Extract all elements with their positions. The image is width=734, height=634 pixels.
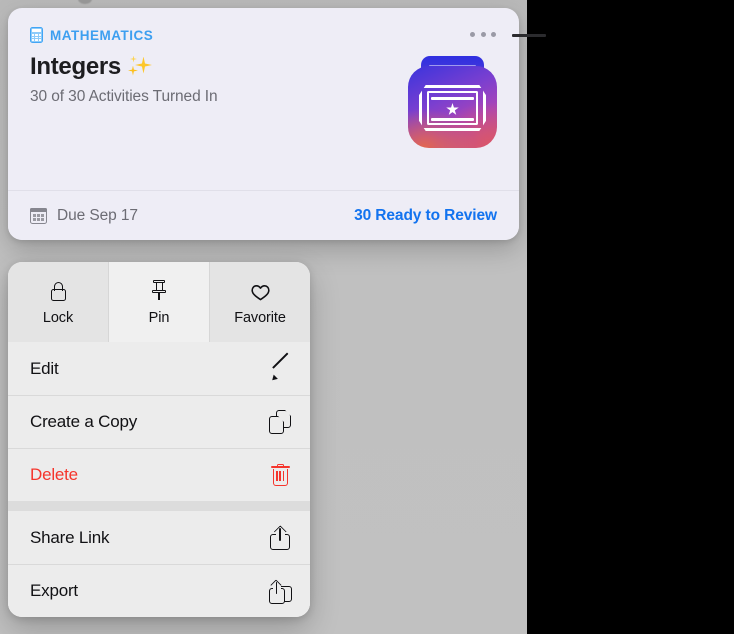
sparkles-emoji <box>127 54 154 81</box>
calendar-icon <box>30 207 47 224</box>
context-menu-segmented-actions: Lock Pin Favorite <box>8 262 310 342</box>
menu-item-export-label: Export <box>30 581 78 600</box>
menu-item-delete-label: Delete <box>30 465 78 484</box>
page-title: Integers <box>30 53 121 80</box>
callout-leader-line <box>512 34 546 37</box>
schoolwork-app-icon <box>408 56 497 148</box>
due-date-label: Due Sep 17 <box>57 206 138 224</box>
assignment-card[interactable]: MATHEMATICS Integers 30 of 30 Activities… <box>8 8 519 240</box>
ready-to-review-link[interactable]: 30 Ready to Review <box>354 207 497 225</box>
lock-icon <box>50 279 66 301</box>
menu-item-delete[interactable]: Delete <box>8 448 310 501</box>
menu-item-export[interactable]: Export <box>8 564 310 617</box>
share-icon <box>267 524 293 551</box>
menu-item-share-link-label: Share Link <box>30 527 110 547</box>
context-menu-group-1: Edit Create a Copy Delete <box>8 342 310 501</box>
menu-item-edit-label: Edit <box>30 358 59 378</box>
calculator-icon <box>30 27 43 43</box>
menu-item-share-link[interactable]: Share Link <box>8 511 310 564</box>
menu-item-create-a-copy-label: Create a Copy <box>30 412 138 431</box>
menu-action-lock-label: Lock <box>42 309 74 326</box>
ellipsis-icon[interactable] <box>470 32 496 37</box>
menu-action-pin-label: Pin <box>148 309 170 326</box>
assignment-card-body: MATHEMATICS Integers 30 of 30 Activities… <box>8 8 519 190</box>
due-date-group: Due Sep 17 <box>30 207 138 225</box>
assignment-card-footer: Due Sep 17 30 Ready to Review <box>8 190 519 240</box>
context-menu[interactable]: Lock Pin Favorite Edit Create a Copy Del… <box>8 262 310 617</box>
heart-icon <box>250 279 270 301</box>
subject-label: MATHEMATICS <box>50 27 154 43</box>
copy-icon <box>267 409 293 435</box>
menu-item-create-a-copy[interactable]: Create a Copy <box>8 395 310 448</box>
screen: MATHEMATICS Integers 30 of 30 Activities… <box>0 0 734 634</box>
context-menu-group-2: Share Link Export <box>8 511 310 617</box>
menu-action-lock[interactable]: Lock <box>8 262 108 342</box>
trash-icon <box>267 462 293 488</box>
menu-item-edit[interactable]: Edit <box>8 342 310 395</box>
export-icon <box>267 578 293 604</box>
subject-row: MATHEMATICS <box>30 26 499 44</box>
pin-icon <box>151 279 167 301</box>
context-menu-group-divider <box>8 501 310 511</box>
menu-action-favorite[interactable]: Favorite <box>209 262 310 342</box>
pencil-icon <box>267 352 293 383</box>
menu-action-pin[interactable]: Pin <box>108 262 209 342</box>
menu-action-favorite-label: Favorite <box>234 309 286 326</box>
